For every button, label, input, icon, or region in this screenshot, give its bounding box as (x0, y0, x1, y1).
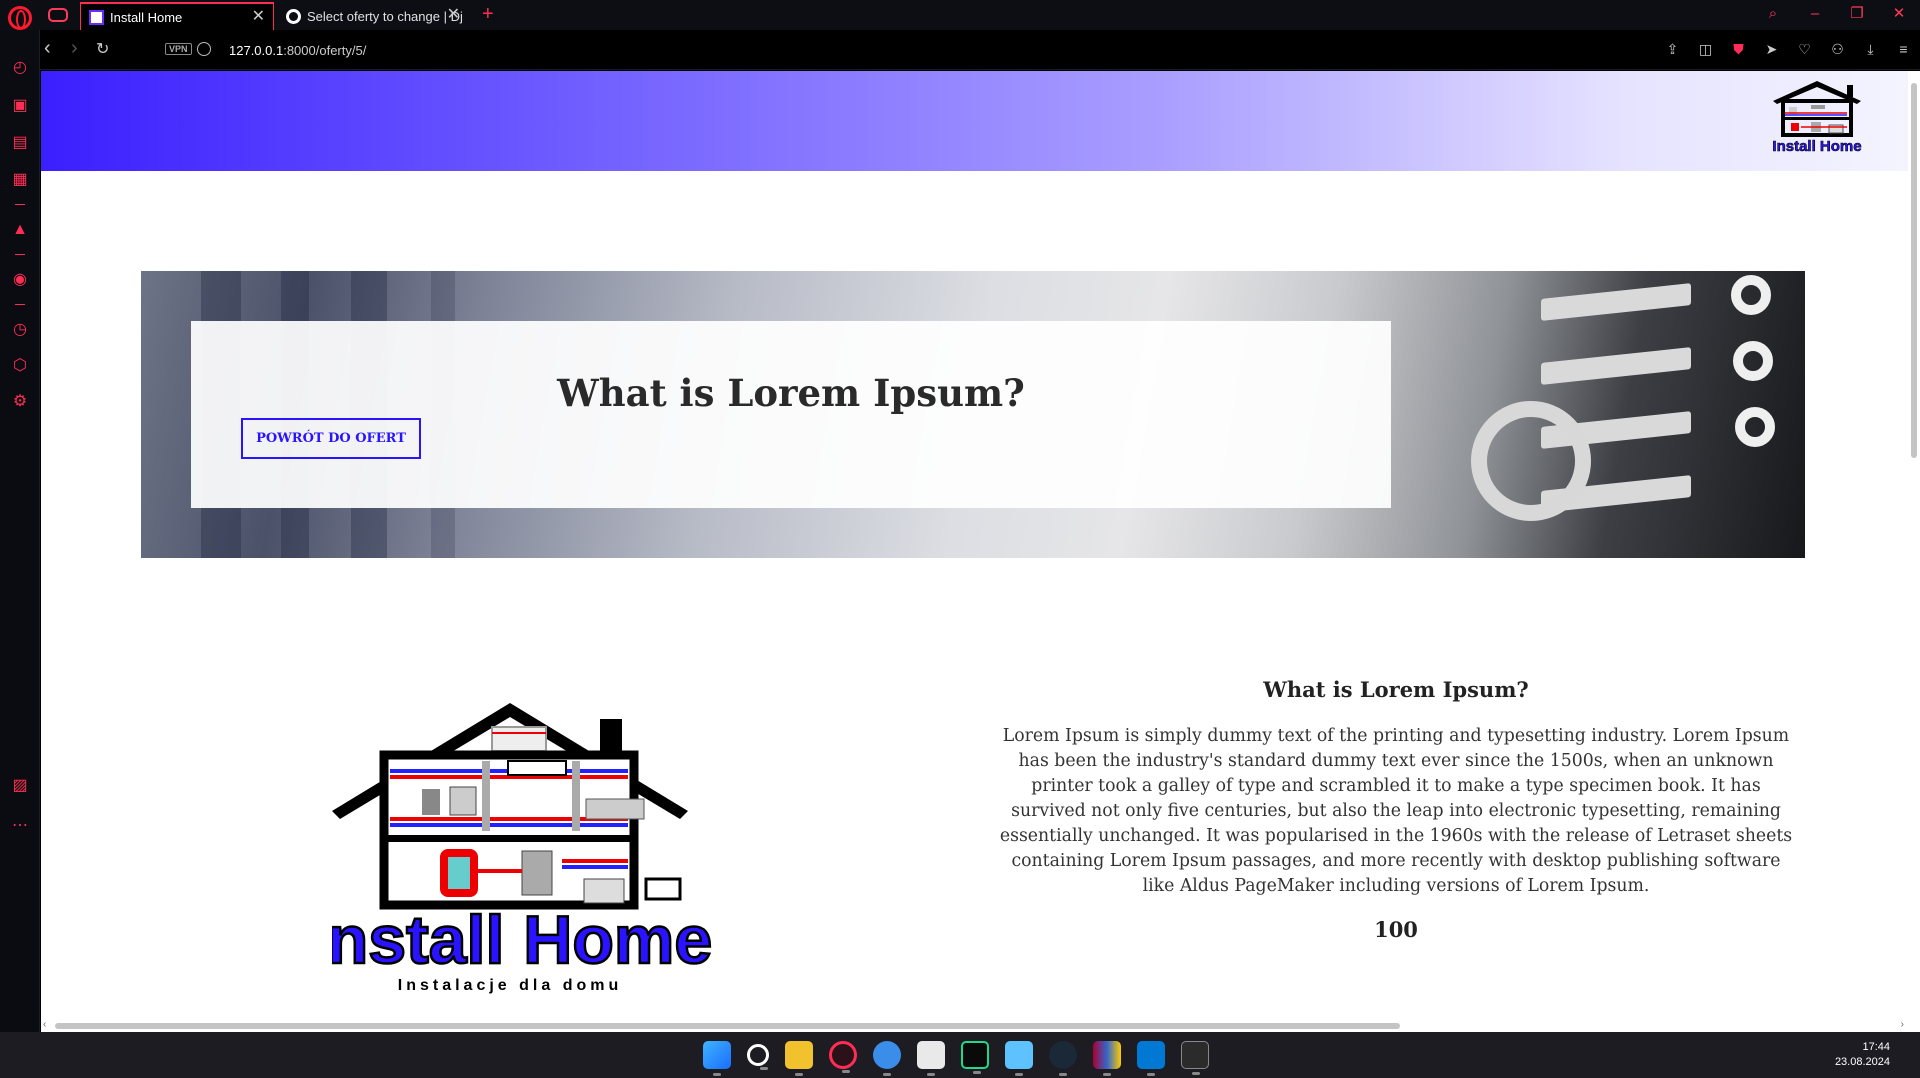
sidebar-divider (15, 254, 25, 255)
sidebar-divider (15, 204, 25, 205)
address-bar: ‹ › ↻ VPN 127.0.0.1:8000/oferty/5/ ⇪ ◫ ⛊… (40, 30, 1920, 70)
snipping-tool-icon[interactable] (917, 1041, 945, 1076)
install-home-logo: Install Home Instalacje dla domu (332, 703, 713, 994)
pycharm-icon[interactable] (961, 1041, 989, 1074)
reload-icon[interactable]: ↻ (96, 40, 109, 60)
back-to-offers-button[interactable]: POWRÓT DO OFERT (241, 418, 421, 459)
vscode-icon[interactable] (1137, 1041, 1165, 1076)
player-icon[interactable]: ◉ (10, 270, 30, 290)
tab-bar: Install Home ✕ Select oferty to change |… (0, 0, 1920, 30)
app-blue-icon[interactable] (873, 1041, 901, 1076)
menu-icon[interactable]: ≡ (1895, 41, 1912, 58)
hero-card: What is Lorem Ipsum? POWRÓT DO OFERT (191, 321, 1391, 508)
send-icon[interactable]: ➤ (1763, 41, 1780, 58)
globe-favicon-icon (286, 8, 301, 24)
url-path: :8000/oferty/5/ (283, 43, 367, 58)
adblock-shield-icon[interactable]: ⛊ (1730, 41, 1747, 58)
house-favicon-icon (89, 9, 104, 25)
hero-title: What is Lorem Ipsum? (557, 371, 1025, 415)
windows-taskbar: 17:44 23.08.2024 (0, 1032, 1920, 1078)
gx-control-icon[interactable] (48, 8, 68, 22)
header-logo[interactable]: Install Home (1771, 77, 1863, 155)
hero-bg-ring (1735, 407, 1775, 447)
offer-title: What is Lorem Ipsum? (1263, 677, 1529, 702)
toolbar-icons: ⇪ ◫ ⛊ ➤ ♡ ⚇ ⤓ ≡ (1664, 41, 1912, 58)
close-window-icon[interactable]: ✕ (1878, 0, 1920, 30)
tab-django-admin[interactable]: Select oferty to change | Dj ✕ (278, 2, 468, 30)
hero-bg-bar (1541, 347, 1691, 385)
camera-icon[interactable]: ◫ (1697, 41, 1714, 58)
opera-gx-taskbar-icon[interactable] (829, 1041, 857, 1073)
winrar-icon[interactable] (1093, 1041, 1121, 1076)
clock-date: 23.08.2024 (1834, 1056, 1890, 1068)
opera-gx-logo-icon[interactable] (8, 6, 32, 30)
download-icon[interactable]: ⤓ (1862, 41, 1879, 58)
history-icon[interactable]: ◷ (10, 320, 30, 340)
vertical-scroll-thumb[interactable] (1911, 83, 1917, 458)
profile-icon[interactable]: ⚇ (1829, 41, 1846, 58)
site-header: Install Home (41, 71, 1908, 171)
gx-corner-icon[interactable]: ▣ (10, 96, 30, 116)
hero-bg-bar (1541, 283, 1691, 321)
aria-icon[interactable]: ▲ (10, 220, 30, 240)
windows-start-icon[interactable] (703, 1041, 731, 1076)
extensions-cube-icon[interactable]: ⬡ (10, 356, 30, 376)
settings-gear-icon[interactable]: ⚙ (10, 392, 30, 412)
wallpaper-icon[interactable]: ▨ (10, 776, 30, 796)
taskbar-clock[interactable]: 17:44 23.08.2024 (1835, 1040, 1890, 1070)
window-controls: ⌕ – ❐ ✕ (1752, 0, 1920, 30)
new-tab-plus-icon[interactable]: + (482, 3, 494, 26)
minimize-icon[interactable]: – (1794, 0, 1836, 30)
tab-title: Install Home (110, 9, 183, 25)
horizontal-scroll-thumb[interactable] (55, 1023, 1400, 1029)
twitch-icon[interactable]: ▤ (10, 133, 30, 153)
taskbar-apps (703, 1041, 1209, 1076)
offer-price: 100 (1374, 917, 1418, 942)
tab-title: Select oferty to change | Dj (307, 8, 463, 24)
forward-arrow-icon[interactable]: › (71, 38, 78, 58)
tab-install-home[interactable]: Install Home ✕ (80, 2, 274, 30)
offer-description: Lorem Ipsum is simply dummy text of the … (999, 726, 1793, 896)
logo-brand-text: Install Home (332, 902, 712, 978)
browser-sidebar: ◴ ▣ ▤ ▦ ▲ ◉ ◷ ⬡ ⚙ ▨ ⋯ (0, 30, 40, 1032)
page-viewport: Install Home What is Lorem Ipsum? POWRÓT… (41, 71, 1920, 1032)
search-icon[interactable] (747, 1044, 769, 1070)
hero-bg-ring (1731, 275, 1771, 315)
heart-icon[interactable]: ♡ (1796, 41, 1813, 58)
hero-bg-ring (1733, 341, 1773, 381)
site-info-globe-icon[interactable] (197, 42, 211, 56)
url-host: 127.0.0.1 (229, 43, 284, 58)
calendar-icon[interactable]: ▦ (10, 170, 30, 190)
file-explorer-icon[interactable] (785, 1041, 813, 1076)
scroll-left-icon[interactable]: ‹ (43, 1019, 46, 1030)
url-field[interactable]: 127.0.0.1:8000/oferty/5/ (229, 43, 366, 58)
share-icon[interactable]: ⇪ (1664, 41, 1681, 58)
logo-tagline-text: Instalacje dla domu (398, 977, 622, 994)
hero-bg-ring (1471, 401, 1591, 521)
clock-time: 17:44 (1862, 1041, 1890, 1053)
speed-dial-icon[interactable]: ◴ (10, 58, 30, 78)
scroll-right-icon[interactable]: › (1901, 1019, 1904, 1030)
steam-icon[interactable] (1049, 1041, 1077, 1076)
sidebar-divider (15, 304, 25, 305)
hero-banner: What is Lorem Ipsum? POWRÓT DO OFERT (141, 271, 1805, 558)
search-tabs-icon[interactable]: ⌕ (1752, 0, 1794, 30)
close-tab-icon[interactable]: ✕ (447, 7, 460, 23)
vertical-scrollbar[interactable] (1908, 71, 1920, 1032)
close-tab-icon[interactable]: ✕ (252, 9, 265, 25)
back-arrow-icon[interactable]: ‹ (44, 38, 51, 58)
more-dots-icon[interactable]: ⋯ (10, 816, 30, 836)
header-logo-text: Install Home (1772, 138, 1861, 155)
terminal-icon[interactable] (1181, 1041, 1209, 1075)
horizontal-scrollbar[interactable]: ‹ › (41, 1019, 1908, 1032)
notepad-icon[interactable] (1005, 1041, 1033, 1076)
vpn-badge[interactable]: VPN (165, 43, 192, 55)
restore-icon[interactable]: ❐ (1836, 0, 1878, 30)
